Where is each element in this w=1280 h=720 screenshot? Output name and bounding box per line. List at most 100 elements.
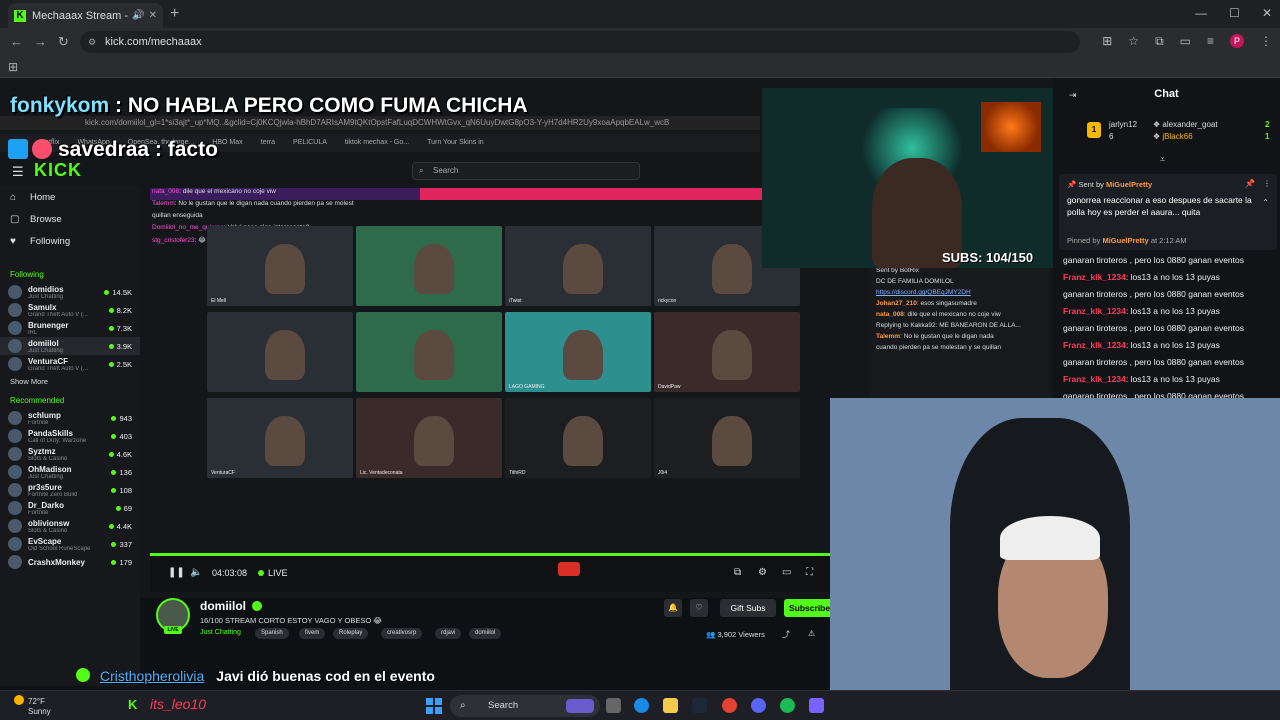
tab-audio-icon[interactable]: 🔊 — [132, 10, 144, 21]
pinned-by: Pinned by MiGuelPretty at 2:12 AM — [1067, 236, 1187, 245]
more-options-icon[interactable]: ⋮ — [1263, 179, 1271, 188]
viewer-count-text: 943 — [119, 413, 132, 423]
browser-tab[interactable]: K Mechaaax Stream - Watch 🔊 ✕ — [8, 3, 163, 28]
search-icon: ⌕ — [460, 700, 466, 711]
inner-bookmark: Turn Your Skins in — [427, 139, 484, 146]
reload-icon[interactable]: ↻ — [58, 34, 69, 50]
maximize-button[interactable]: ☐ — [1229, 6, 1240, 20]
chat-message: Franz_klk_1234: los13 a no los 13 puyas — [1063, 373, 1277, 385]
site-info-icon[interactable]: ⚙ — [88, 31, 96, 53]
chat-text: DC DE FAMILIA DOMILOL — [876, 278, 954, 285]
video-tile: TithiRD — [505, 398, 651, 478]
channel-avatar — [8, 483, 22, 497]
chat-text: ganaran tiroteros , pero los 0880 ganan … — [1063, 357, 1244, 367]
tile-label: TithiRD — [509, 470, 526, 476]
viewer-count-text: 4.6K — [116, 449, 132, 459]
channel-category: Grand Theft Auto V (... — [28, 365, 88, 372]
fullscreen-icon[interactable]: ⛶ — [806, 567, 813, 578]
tile-label: El Mell — [211, 298, 227, 304]
chrome-icon[interactable] — [722, 698, 737, 713]
media-icon[interactable]: ≡ — [1207, 34, 1214, 49]
chat-username: Franz_klk_1234 — [1063, 306, 1126, 316]
forward-arrow-icon[interactable]: → — [34, 34, 47, 49]
pause-icon[interactable]: ❚❚ — [168, 567, 185, 578]
tab-close-icon[interactable]: ✕ — [149, 10, 157, 21]
chat-text: ganaran tiroteros , pero los 0880 ganan … — [1063, 323, 1244, 333]
translate-icon[interactable]: ⊞ — [1102, 34, 1112, 49]
url-text: kick.com/mechaaax — [105, 36, 202, 48]
channel-info: CrashxMonkey — [28, 558, 111, 567]
minimize-button[interactable]: — — [1195, 6, 1207, 20]
live-dot-icon — [108, 325, 114, 331]
apps-grid-icon[interactable]: ⊞ — [8, 60, 18, 74]
clip-icon[interactable]: ⧉ — [734, 567, 741, 578]
viewer-count: 👥 3,902 Viewers — [706, 630, 765, 639]
bell-icon: 🔔 — [664, 599, 682, 617]
stream-tag: Spanish — [255, 628, 289, 639]
steam-icon[interactable] — [692, 698, 707, 713]
new-tab-button[interactable]: + — [170, 5, 179, 23]
channel-info: Dr_Darko Fortnite — [28, 501, 116, 516]
video-tile: iTwist — [505, 226, 651, 306]
settings-icon[interactable]: ⚙ — [758, 567, 767, 578]
volume-icon[interactable]: 🔈 — [190, 567, 202, 578]
chat-text: : No le gustan que le digan nada — [900, 333, 994, 340]
viewer-count-text: 403 — [119, 431, 132, 441]
spotify-icon[interactable] — [780, 698, 795, 713]
file-explorer-icon[interactable] — [663, 698, 678, 713]
chat-username: Talemm — [876, 333, 901, 340]
sidebar-item-home: ⌂ Home — [10, 191, 56, 203]
stream-tag: Roleplay — [333, 628, 369, 639]
overlay-chat-caption: Cristhopherolivia Javi dió buenas cod en … — [100, 668, 435, 684]
back-arrow-icon[interactable]: ← — [10, 34, 23, 49]
kick-badge-icon: K — [128, 697, 138, 712]
channel-name: PandaSkills — [28, 428, 73, 438]
pinned-sender: 📌 Sent by MiGuelPretty — [1067, 180, 1153, 189]
recommended-heading: Recommended — [10, 396, 65, 405]
channel-category: Just Chatting — [28, 347, 64, 354]
chat-username: Franz_klk_1234 — [1063, 272, 1126, 282]
chat-text: : dile que el mexicano no coje viw — [179, 188, 276, 195]
channel-avatar — [8, 501, 22, 515]
sidebar-channel: pr3s5ure Fortnite Zero Build 108 — [0, 481, 140, 499]
video-tile: DavidPaw — [654, 312, 800, 392]
browse-icon: ▢ — [10, 213, 20, 225]
menu-icon[interactable]: ⋮ — [1260, 34, 1272, 49]
weather-widget[interactable]: 72°F Sunny — [14, 695, 51, 717]
channel-avatar — [8, 555, 22, 569]
extensions-icon[interactable]: ⧉ — [1155, 34, 1164, 49]
chat-username: nata_008 — [152, 188, 180, 195]
channel-viewers: 3.9K — [108, 342, 132, 351]
channel-viewers: 4.6K — [108, 449, 132, 459]
pin-icon[interactable]: 📌 — [1245, 179, 1255, 188]
bookmark-star-icon[interactable]: ☆ — [1128, 34, 1139, 49]
announcement-inner — [420, 188, 762, 200]
app-icon[interactable] — [809, 698, 824, 713]
streamer-name: domiilol — [200, 599, 262, 613]
channel-viewers: 943 — [111, 414, 132, 423]
sidebar-channel: Dr_Darko Fortnite 69 — [0, 499, 140, 517]
close-window-button[interactable]: ✕ — [1262, 6, 1272, 20]
gift-leaderboard: 1 jarlyn12 6 ❖ alexander_goat 2 ❖ jBlack… — [1087, 118, 1277, 148]
sidepanel-icon[interactable]: ▭ — [1180, 34, 1191, 49]
inner-chat-line: DC DE FAMILIA DOMILOL — [870, 276, 1050, 287]
chat-username: Franz_klk_1234 — [1063, 374, 1126, 384]
participant-figure — [265, 329, 306, 380]
tab-title: Mechaaax Stream - Watch — [32, 9, 128, 22]
chevron-up-icon[interactable]: ⌃ — [1262, 198, 1269, 207]
channel-info: domidios Just Chatting — [28, 285, 104, 300]
live-dot-icon — [111, 541, 117, 547]
edge-icon[interactable] — [634, 698, 649, 713]
theater-icon[interactable]: ▭ — [782, 567, 791, 578]
filter-icon[interactable]: ⩡ — [1160, 154, 1165, 165]
pinned-text: gonorrea reaccionar a eso despues de sac… — [1067, 195, 1252, 217]
task-view-icon[interactable] — [606, 698, 621, 713]
tile-label: iTwist — [509, 298, 522, 304]
channel-viewers: 8.2K — [108, 306, 132, 315]
profile-avatar-icon[interactable]: P — [1230, 34, 1244, 48]
stream-player[interactable]: kick.com/domiilol_gl=1*si3ajt*_up*MQ..&g… — [0, 78, 1280, 690]
taskbar-search[interactable]: ⌕ Search — [450, 695, 600, 717]
discord-icon[interactable] — [751, 698, 766, 713]
windows-start-icon[interactable] — [426, 698, 442, 714]
url-input[interactable]: ⚙ kick.com/mechaaax — [80, 31, 1080, 53]
